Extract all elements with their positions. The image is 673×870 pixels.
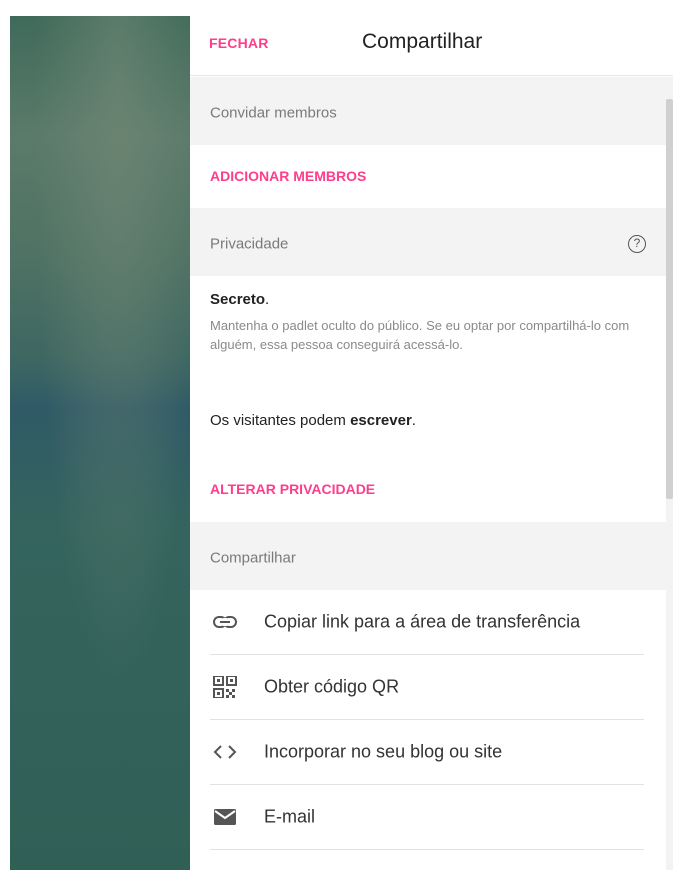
link-icon xyxy=(213,616,237,628)
scrollbar-thumb[interactable] xyxy=(666,99,673,499)
change-privacy-button[interactable]: ALTERAR PRIVACIDADE xyxy=(210,481,375,497)
privacy-section-body: Secreto. Mantenha o padlet oculto do púb… xyxy=(190,276,666,522)
privacy-section-label: Privacidade xyxy=(210,235,289,253)
invite-section-label: Convidar membros xyxy=(210,104,337,122)
close-button[interactable]: FECHAR xyxy=(209,35,269,51)
email-envelope-icon xyxy=(214,809,236,825)
share-section-label: Compartilhar xyxy=(210,549,296,567)
visitor-permission-prefix: Os visitantes podem xyxy=(210,412,351,429)
panel-header: FECHAR Compartilhar xyxy=(190,16,673,76)
embed-label: Incorporar no seu blog ou site xyxy=(264,741,503,762)
visitor-permission-text: Os visitantes podem escrever. xyxy=(210,412,416,429)
add-members-button[interactable]: ADICIONAR MEMBROS xyxy=(210,168,366,184)
qr-code-option[interactable]: Obter código QR xyxy=(210,655,644,720)
qr-code-label: Obter código QR xyxy=(264,676,400,697)
share-options-list: Copiar link para a área de transferência xyxy=(190,590,666,870)
privacy-level-suffix: . xyxy=(265,291,270,308)
invite-section-header: Convidar membros xyxy=(190,77,666,145)
copy-link-option[interactable]: Copiar link para a área de transferência xyxy=(210,590,644,655)
privacy-level: Secreto xyxy=(210,291,266,308)
background-wallpaper xyxy=(10,16,190,870)
share-section-header: Compartilhar xyxy=(190,522,666,590)
privacy-section-header: Privacidade ? xyxy=(190,208,666,276)
email-label: E-mail xyxy=(264,806,316,827)
qr-code-icon xyxy=(213,676,237,698)
privacy-level-text: Secreto. xyxy=(210,291,269,308)
copy-link-label: Copiar link para a área de transferência xyxy=(264,611,581,632)
share-panel: FECHAR Compartilhar Convidar membros ADI… xyxy=(190,16,673,870)
visitor-permission: escrever xyxy=(350,412,412,429)
scrollbar-track[interactable] xyxy=(666,77,673,870)
panel-scroll-area[interactable]: Convidar membros ADICIONAR MEMBROS Priva… xyxy=(190,77,673,870)
code-brackets-icon xyxy=(213,745,237,759)
email-option[interactable]: E-mail xyxy=(210,785,644,850)
privacy-description: Mantenha o padlet oculto do público. Se … xyxy=(210,318,630,352)
invite-section-body: ADICIONAR MEMBROS xyxy=(190,145,666,208)
embed-option[interactable]: Incorporar no seu blog ou site xyxy=(210,720,644,785)
panel-title: Compartilhar xyxy=(362,30,483,53)
question-circle-icon[interactable]: ? xyxy=(628,235,646,253)
visitor-permission-suffix: . xyxy=(411,412,416,429)
